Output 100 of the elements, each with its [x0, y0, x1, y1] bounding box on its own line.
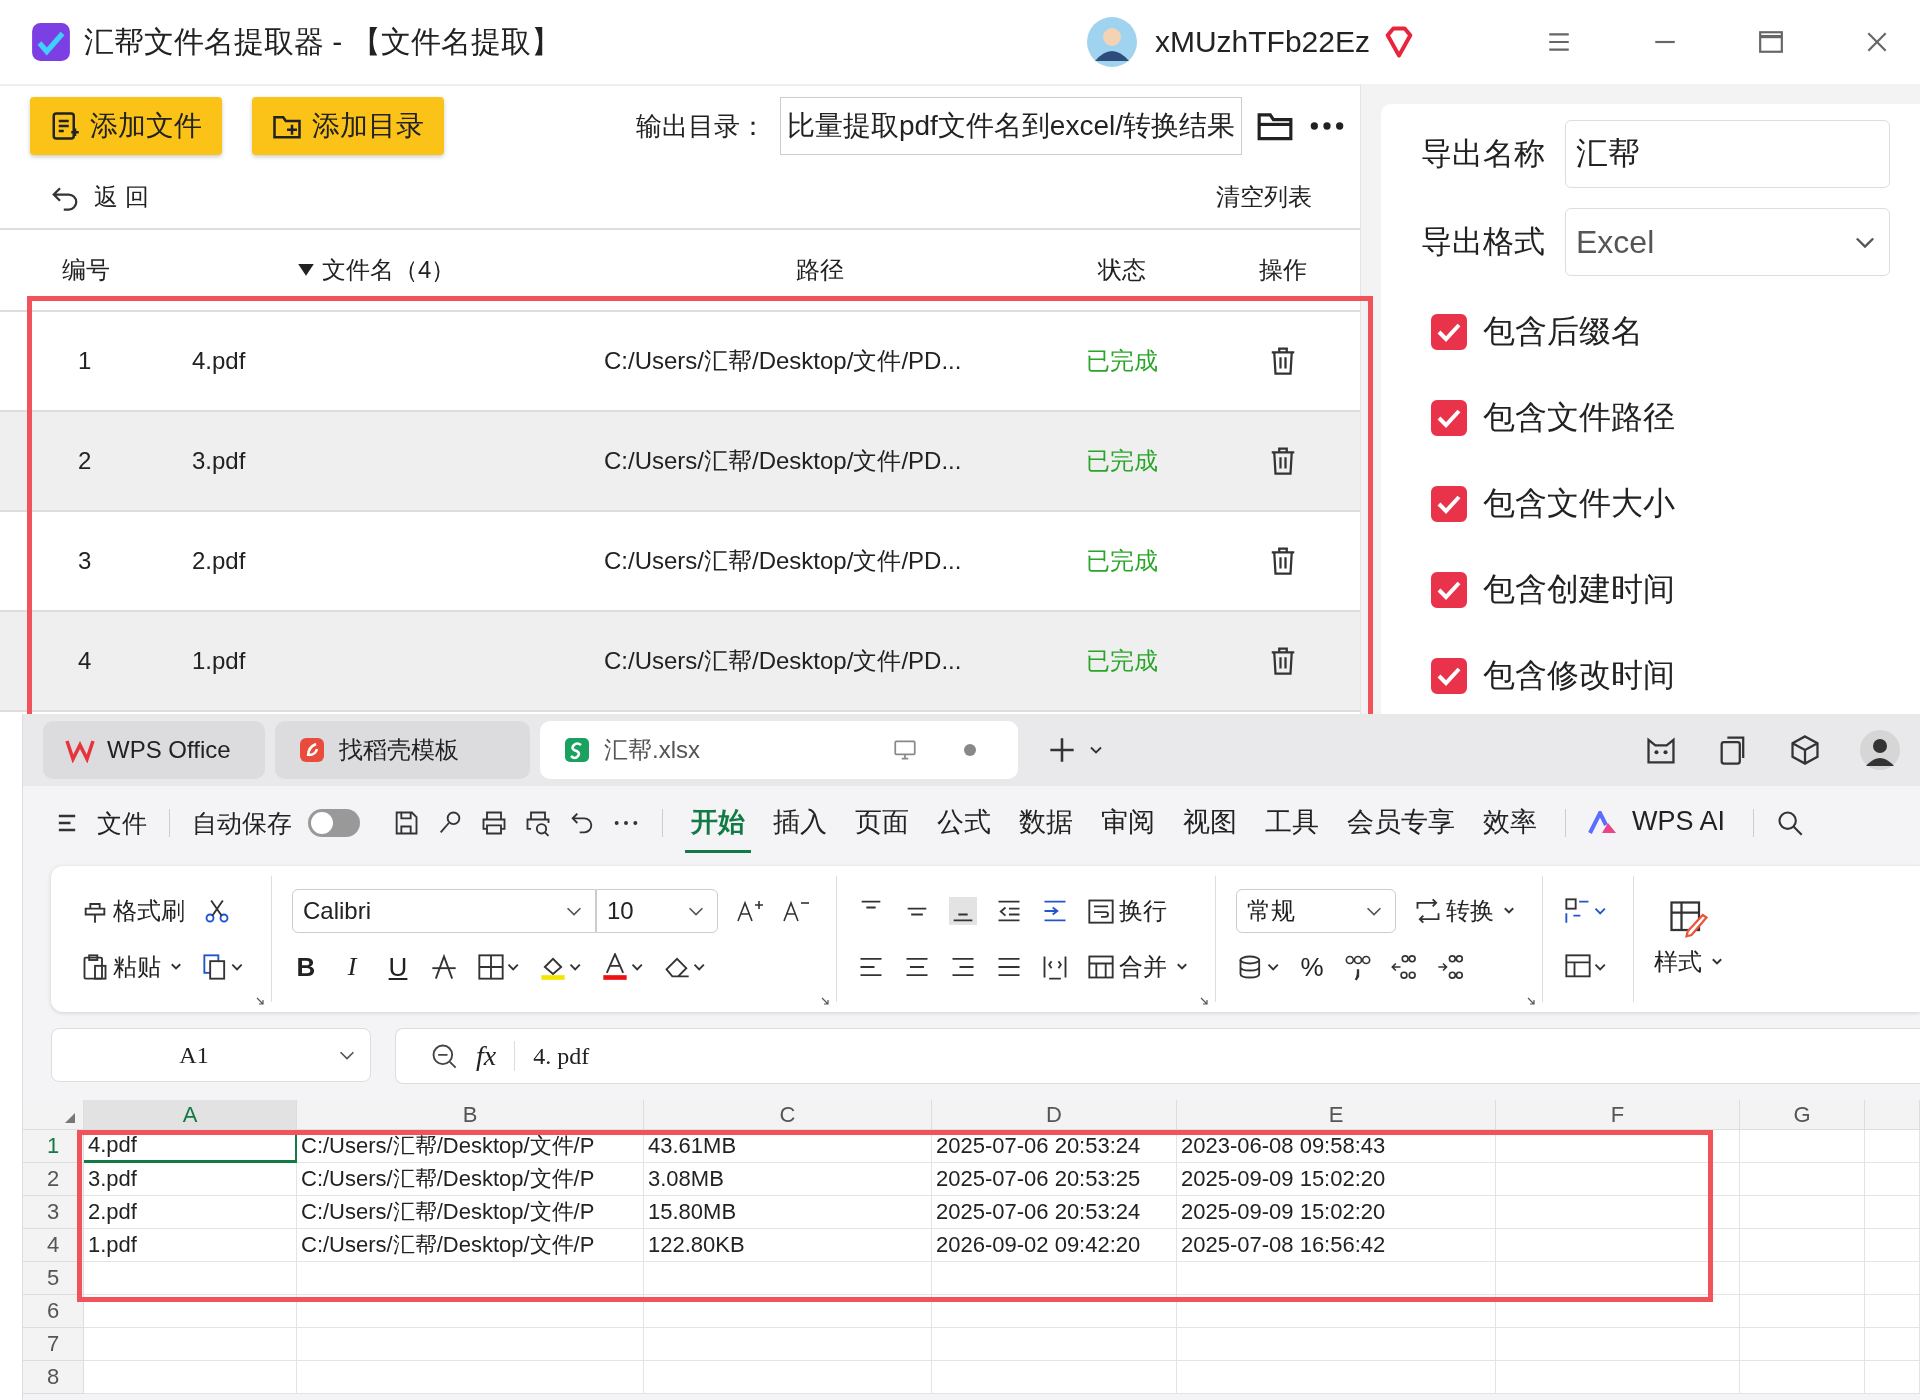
- table-cell[interactable]: [1496, 1262, 1740, 1295]
- export-name-field[interactable]: 汇帮: [1565, 120, 1890, 188]
- ribbon-tab[interactable]: 页面: [849, 793, 915, 853]
- document-tab[interactable]: 找稻壳模板: [275, 721, 530, 779]
- table-cell[interactable]: [297, 1295, 644, 1328]
- table-cell[interactable]: [644, 1328, 932, 1361]
- add-file-button[interactable]: 添加文件: [30, 97, 222, 155]
- table-cell[interactable]: [1177, 1361, 1496, 1394]
- table-cell[interactable]: [932, 1328, 1177, 1361]
- column-header[interactable]: C: [644, 1100, 932, 1130]
- percent-button[interactable]: %: [1298, 951, 1326, 983]
- table-cell[interactable]: [297, 1262, 644, 1295]
- table-cell[interactable]: [1496, 1130, 1740, 1163]
- checkbox[interactable]: [1431, 486, 1467, 522]
- table-cell[interactable]: [1865, 1130, 1920, 1163]
- table-cell[interactable]: [1865, 1361, 1920, 1394]
- format-painter-button[interactable]: 格式刷: [81, 895, 185, 927]
- select-all-icon[interactable]: [65, 1113, 75, 1123]
- dialog-launcher-icon[interactable]: [255, 996, 265, 1006]
- add-folder-button[interactable]: 添加目录: [252, 97, 444, 155]
- new-tab-icon[interactable]: [1048, 736, 1076, 764]
- table-cell[interactable]: [1177, 1295, 1496, 1328]
- table-cell[interactable]: [1740, 1163, 1865, 1196]
- row-header[interactable]: 2: [23, 1163, 84, 1196]
- clear-list-link[interactable]: 清空列表: [1216, 181, 1312, 213]
- avatar-icon[interactable]: [1086, 17, 1137, 67]
- zoom-icon[interactable]: [430, 1042, 458, 1070]
- row-header[interactable]: 8: [23, 1361, 84, 1394]
- table-cell[interactable]: 1.pdf: [84, 1229, 297, 1262]
- ribbon-tab[interactable]: 会员专享: [1341, 793, 1461, 853]
- print-preview-icon[interactable]: [524, 809, 552, 837]
- table-cell[interactable]: [1865, 1295, 1920, 1328]
- table-cell[interactable]: [1496, 1328, 1740, 1361]
- dialog-launcher-icon[interactable]: [1199, 996, 1209, 1006]
- align-bottom-icon[interactable]: [949, 897, 977, 925]
- wps-ai-tab[interactable]: WPS AI: [1626, 796, 1732, 850]
- table-cell[interactable]: [84, 1262, 297, 1295]
- dialog-launcher-icon[interactable]: [820, 996, 830, 1006]
- thousands-separator-icon[interactable]: [1344, 953, 1372, 981]
- merge-button[interactable]: 合并: [1087, 951, 1189, 983]
- bold-button[interactable]: B: [292, 951, 320, 983]
- table-cell[interactable]: [644, 1295, 932, 1328]
- ribbon-tab[interactable]: 效率: [1477, 793, 1543, 853]
- table-cell[interactable]: [932, 1262, 1177, 1295]
- table-cell[interactable]: [1496, 1229, 1740, 1262]
- table-cell[interactable]: [84, 1361, 297, 1394]
- column-header[interactable]: D: [932, 1100, 1177, 1130]
- table-cell[interactable]: [1865, 1229, 1920, 1262]
- styles-button[interactable]: 样式: [1654, 946, 1724, 978]
- formula-field[interactable]: fx 4. pdf: [395, 1028, 1920, 1084]
- table-cell[interactable]: [1865, 1163, 1920, 1196]
- table-cell[interactable]: C:/Users/汇帮/Desktop/文件/P: [297, 1196, 644, 1229]
- sort-down-icon[interactable]: [298, 263, 314, 277]
- scissors-icon[interactable]: [203, 897, 231, 925]
- wrap-text-button[interactable]: 换行: [1087, 895, 1167, 927]
- table-row[interactable]: 2 3.pdf C:/Users/汇帮/Desktop/文件/PD... 已完成: [0, 412, 1360, 512]
- export-format-select[interactable]: Excel: [1565, 208, 1890, 276]
- table-cell[interactable]: 2025-07-06 20:53:25: [932, 1163, 1177, 1196]
- column-header[interactable]: E: [1177, 1100, 1496, 1130]
- ribbon-tab[interactable]: 审阅: [1095, 793, 1161, 853]
- paste-button[interactable]: 粘贴: [81, 951, 183, 983]
- ribbon-tab[interactable]: 插入: [767, 793, 833, 853]
- ribbon-tab[interactable]: 视图: [1177, 793, 1243, 853]
- borders-icon[interactable]: [476, 953, 520, 981]
- ribbon-tab[interactable]: 开始: [685, 793, 751, 853]
- italic-button[interactable]: I: [338, 952, 366, 982]
- font-size-select[interactable]: 10: [596, 889, 718, 933]
- table-cell[interactable]: [297, 1361, 644, 1394]
- strikethrough-icon[interactable]: [430, 953, 458, 981]
- name-box[interactable]: A1: [51, 1028, 371, 1082]
- ribbon-tab[interactable]: 公式: [931, 793, 997, 853]
- table-cell[interactable]: [644, 1361, 932, 1394]
- table-cell[interactable]: 2025-09-09 15:02:20: [1177, 1196, 1496, 1229]
- decrease-decimal-icon[interactable]: [1436, 953, 1464, 981]
- table-cell[interactable]: 2025-07-06 20:53:24: [932, 1130, 1177, 1163]
- table-cell[interactable]: [1496, 1361, 1740, 1394]
- table-cell[interactable]: 2023-06-08 09:58:43: [1177, 1130, 1496, 1163]
- table-cell[interactable]: [644, 1262, 932, 1295]
- maximize-icon[interactable]: [1758, 29, 1784, 55]
- document-tab[interactable]: 汇帮.xlsx: [540, 721, 1018, 779]
- file-menu[interactable]: 文件: [97, 806, 147, 840]
- table-cell[interactable]: [1496, 1295, 1740, 1328]
- column-header[interactable]: G: [1740, 1100, 1865, 1130]
- table-cell[interactable]: [1865, 1262, 1920, 1295]
- table-cell[interactable]: 2.pdf: [84, 1196, 297, 1229]
- table-cell[interactable]: [1740, 1295, 1865, 1328]
- table-cell[interactable]: [932, 1295, 1177, 1328]
- back-link[interactable]: 返 回: [94, 181, 149, 213]
- table-cell[interactable]: C:/Users/汇帮/Desktop/文件/P: [297, 1130, 644, 1163]
- table-cell[interactable]: [1740, 1130, 1865, 1163]
- cube-icon[interactable]: [1788, 733, 1822, 767]
- column-header[interactable]: F: [1496, 1100, 1740, 1130]
- table-cell[interactable]: [1740, 1262, 1865, 1295]
- copy-icon[interactable]: [201, 953, 245, 981]
- ribbon-tab[interactable]: 工具: [1259, 793, 1325, 853]
- font-select[interactable]: Calibri: [292, 889, 596, 933]
- convert-button[interactable]: 转换: [1414, 895, 1516, 927]
- table-cell[interactable]: [1496, 1196, 1740, 1229]
- table-cell[interactable]: [84, 1328, 297, 1361]
- table-cell[interactable]: 3.pdf: [84, 1163, 297, 1196]
